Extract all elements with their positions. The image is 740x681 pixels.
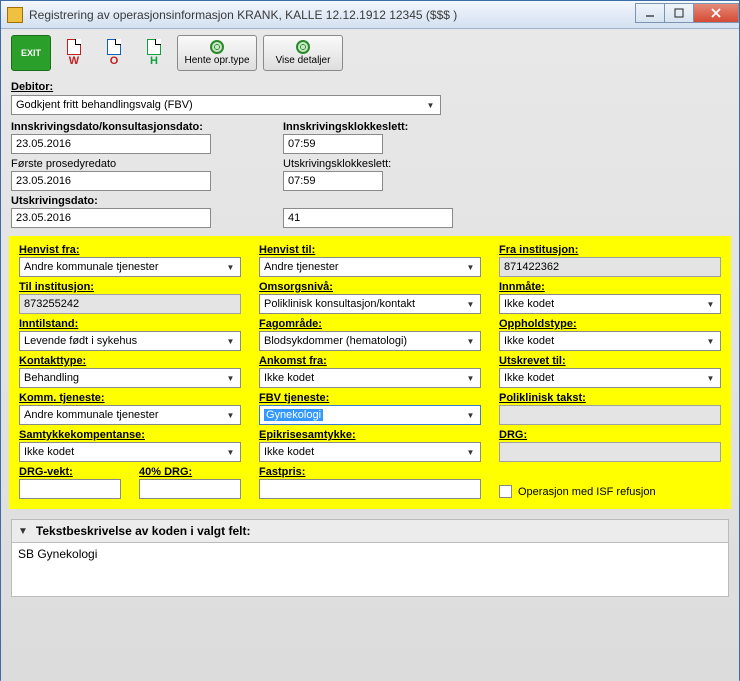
- isf-label: Operasjon med ISF refusjon: [518, 486, 656, 498]
- doc-o-icon: [107, 39, 121, 55]
- description-body: SB Gynekologi: [11, 543, 729, 597]
- innskrivingsdato-input[interactable]: 23.05.2016: [11, 134, 211, 154]
- chevron-down-icon: ▼: [703, 334, 718, 349]
- content-area: EXIT W O H Hente opr.type Vise detaljer: [1, 29, 739, 681]
- oppholdstype-combo[interactable]: Ikke kodet▼: [499, 331, 721, 351]
- close-button[interactable]: [693, 3, 739, 23]
- innskrivingsklokkeslett-input[interactable]: 07:59: [283, 134, 383, 154]
- exit-icon: EXIT: [21, 49, 41, 58]
- chevron-down-icon: ▼: [463, 260, 478, 275]
- utskrevet-til-label: Utskrevet til:: [499, 355, 721, 367]
- o-button[interactable]: O: [97, 35, 131, 71]
- inntilstand-combo[interactable]: Levende født i sykehus▼: [19, 331, 241, 351]
- window-title: Registrering av operasjonsinformasjon KR…: [29, 8, 636, 22]
- henvist-fra-label: Henvist fra:: [19, 244, 241, 256]
- drg-vekt-label: DRG-vekt:: [19, 466, 121, 478]
- titlebar: Registrering av operasjonsinformasjon KR…: [1, 1, 739, 29]
- hente-opr-type-button[interactable]: Hente opr.type: [177, 35, 257, 71]
- toolbar: EXIT W O H Hente opr.type Vise detaljer: [11, 35, 729, 71]
- drg-vekt-input[interactable]: [19, 479, 121, 499]
- chevron-down-icon: ▼: [703, 297, 718, 312]
- w-button[interactable]: W: [57, 35, 91, 71]
- target-icon: [210, 40, 224, 54]
- henvist-fra-combo[interactable]: Andre kommunale tjenester▼: [19, 257, 241, 277]
- target-icon: [296, 40, 310, 54]
- fagomrade-combo[interactable]: Blodsykdommer (hematologi)▼: [259, 331, 481, 351]
- chevron-down-icon: ▼: [463, 408, 478, 423]
- app-icon: [7, 7, 23, 23]
- komm-tjeneste-combo[interactable]: Andre kommunale tjenester▼: [19, 405, 241, 425]
- app-window: Registrering av operasjonsinformasjon KR…: [0, 0, 740, 680]
- chevron-down-icon: ▼: [223, 260, 238, 275]
- innmate-label: Innmåte:: [499, 281, 721, 293]
- henvist-til-label: Henvist til:: [259, 244, 481, 256]
- drg-input[interactable]: [499, 442, 721, 462]
- chevron-down-icon: ▼: [463, 371, 478, 386]
- drg-label: DRG:: [499, 429, 721, 441]
- fra-institusjon-label: Fra institusjon:: [499, 244, 721, 256]
- innskrivingsdato-label: Innskrivingsdato/konsultasjonsdato:: [11, 121, 271, 133]
- kontakttype-combo[interactable]: Behandling▼: [19, 368, 241, 388]
- oppholdstype-label: Oppholdstype:: [499, 318, 721, 330]
- utskrivingsdato-label: Utskrivingsdato:: [11, 195, 271, 207]
- poliklinisk-takst-label: Poliklinisk takst:: [499, 392, 721, 404]
- utskrevet-til-combo[interactable]: Ikke kodet▼: [499, 368, 721, 388]
- fastpris-input[interactable]: [259, 479, 481, 499]
- chevron-down-icon: ▼: [223, 371, 238, 386]
- chevron-down-icon: ▼: [223, 445, 238, 460]
- exit-button[interactable]: EXIT: [11, 35, 51, 71]
- chevron-down-icon: ▼: [463, 334, 478, 349]
- h-button[interactable]: H: [137, 35, 171, 71]
- collapse-icon: ▼: [18, 526, 28, 537]
- samtykke-combo[interactable]: Ikke kodet▼: [19, 442, 241, 462]
- minimize-button[interactable]: [635, 3, 665, 23]
- forste-prosedyredato-label: Første prosedyredato: [11, 158, 271, 170]
- debitor-combo[interactable]: Godkjent fritt behandlingsvalg (FBV) ▼: [11, 95, 441, 115]
- fbv-tjeneste-label: FBV tjeneste:: [259, 392, 481, 404]
- chevron-down-icon: ▼: [463, 445, 478, 460]
- extra-input[interactable]: 41: [283, 208, 453, 228]
- yellow-panel: Henvist fra: Andre kommunale tjenester▼ …: [9, 236, 731, 509]
- henvist-til-combo[interactable]: Andre tjenester▼: [259, 257, 481, 277]
- chevron-down-icon: ▼: [223, 408, 238, 423]
- epikrisesamtykke-label: Epikrisesamtykke:: [259, 429, 481, 441]
- epikrisesamtykke-combo[interactable]: Ikke kodet▼: [259, 442, 481, 462]
- debitor-label: Debitor:: [11, 81, 729, 93]
- fastpris-label: Fastpris:: [259, 466, 481, 478]
- fagomrade-label: Fagområde:: [259, 318, 481, 330]
- omsorgsniva-label: Omsorgsnivå:: [259, 281, 481, 293]
- inntilstand-label: Inntilstand:: [19, 318, 241, 330]
- fra-institusjon-input[interactable]: 871422362: [499, 257, 721, 277]
- chevron-down-icon: ▼: [703, 371, 718, 386]
- ankomst-fra-label: Ankomst fra:: [259, 355, 481, 367]
- til-institusjon-input[interactable]: 873255242: [19, 294, 241, 314]
- drg-40-input[interactable]: [139, 479, 241, 499]
- drg-40-label: 40% DRG:: [139, 466, 241, 478]
- chevron-down-icon: ▼: [463, 297, 478, 312]
- chevron-down-icon: ▼: [423, 98, 438, 113]
- poliklinisk-takst-input[interactable]: [499, 405, 721, 425]
- chevron-down-icon: ▼: [223, 334, 238, 349]
- innmate-combo[interactable]: Ikke kodet▼: [499, 294, 721, 314]
- vise-detaljer-button[interactable]: Vise detaljer: [263, 35, 343, 71]
- utskrivingsklokkeslett-input[interactable]: 07:59: [283, 171, 383, 191]
- maximize-button[interactable]: [664, 3, 694, 23]
- utskrivingsklokkeslett-label: Utskrivingsklokkeslett:: [283, 158, 483, 170]
- ankomst-fra-combo[interactable]: Ikke kodet▼: [259, 368, 481, 388]
- omsorgsniva-combo[interactable]: Poliklinisk konsultasjon/kontakt▼: [259, 294, 481, 314]
- kontakttype-label: Kontakttype:: [19, 355, 241, 367]
- samtykke-label: Samtykkekompentanse:: [19, 429, 241, 441]
- fbv-tjeneste-combo[interactable]: Gynekologi▼: [259, 405, 481, 425]
- utskrivingsdato-input[interactable]: 23.05.2016: [11, 208, 211, 228]
- til-institusjon-label: Til institusjon:: [19, 281, 241, 293]
- forste-prosedyredato-input[interactable]: 23.05.2016: [11, 171, 211, 191]
- doc-w-icon: [67, 39, 81, 55]
- isf-checkbox[interactable]: [499, 485, 512, 498]
- description-header[interactable]: ▼ Tekstbeskrivelse av koden i valgt felt…: [11, 519, 729, 543]
- komm-tjeneste-label: Komm. tjeneste:: [19, 392, 241, 404]
- innskrivingsklokkeslett-label: Innskrivingsklokkeslett:: [283, 121, 483, 133]
- doc-h-icon: [147, 39, 161, 55]
